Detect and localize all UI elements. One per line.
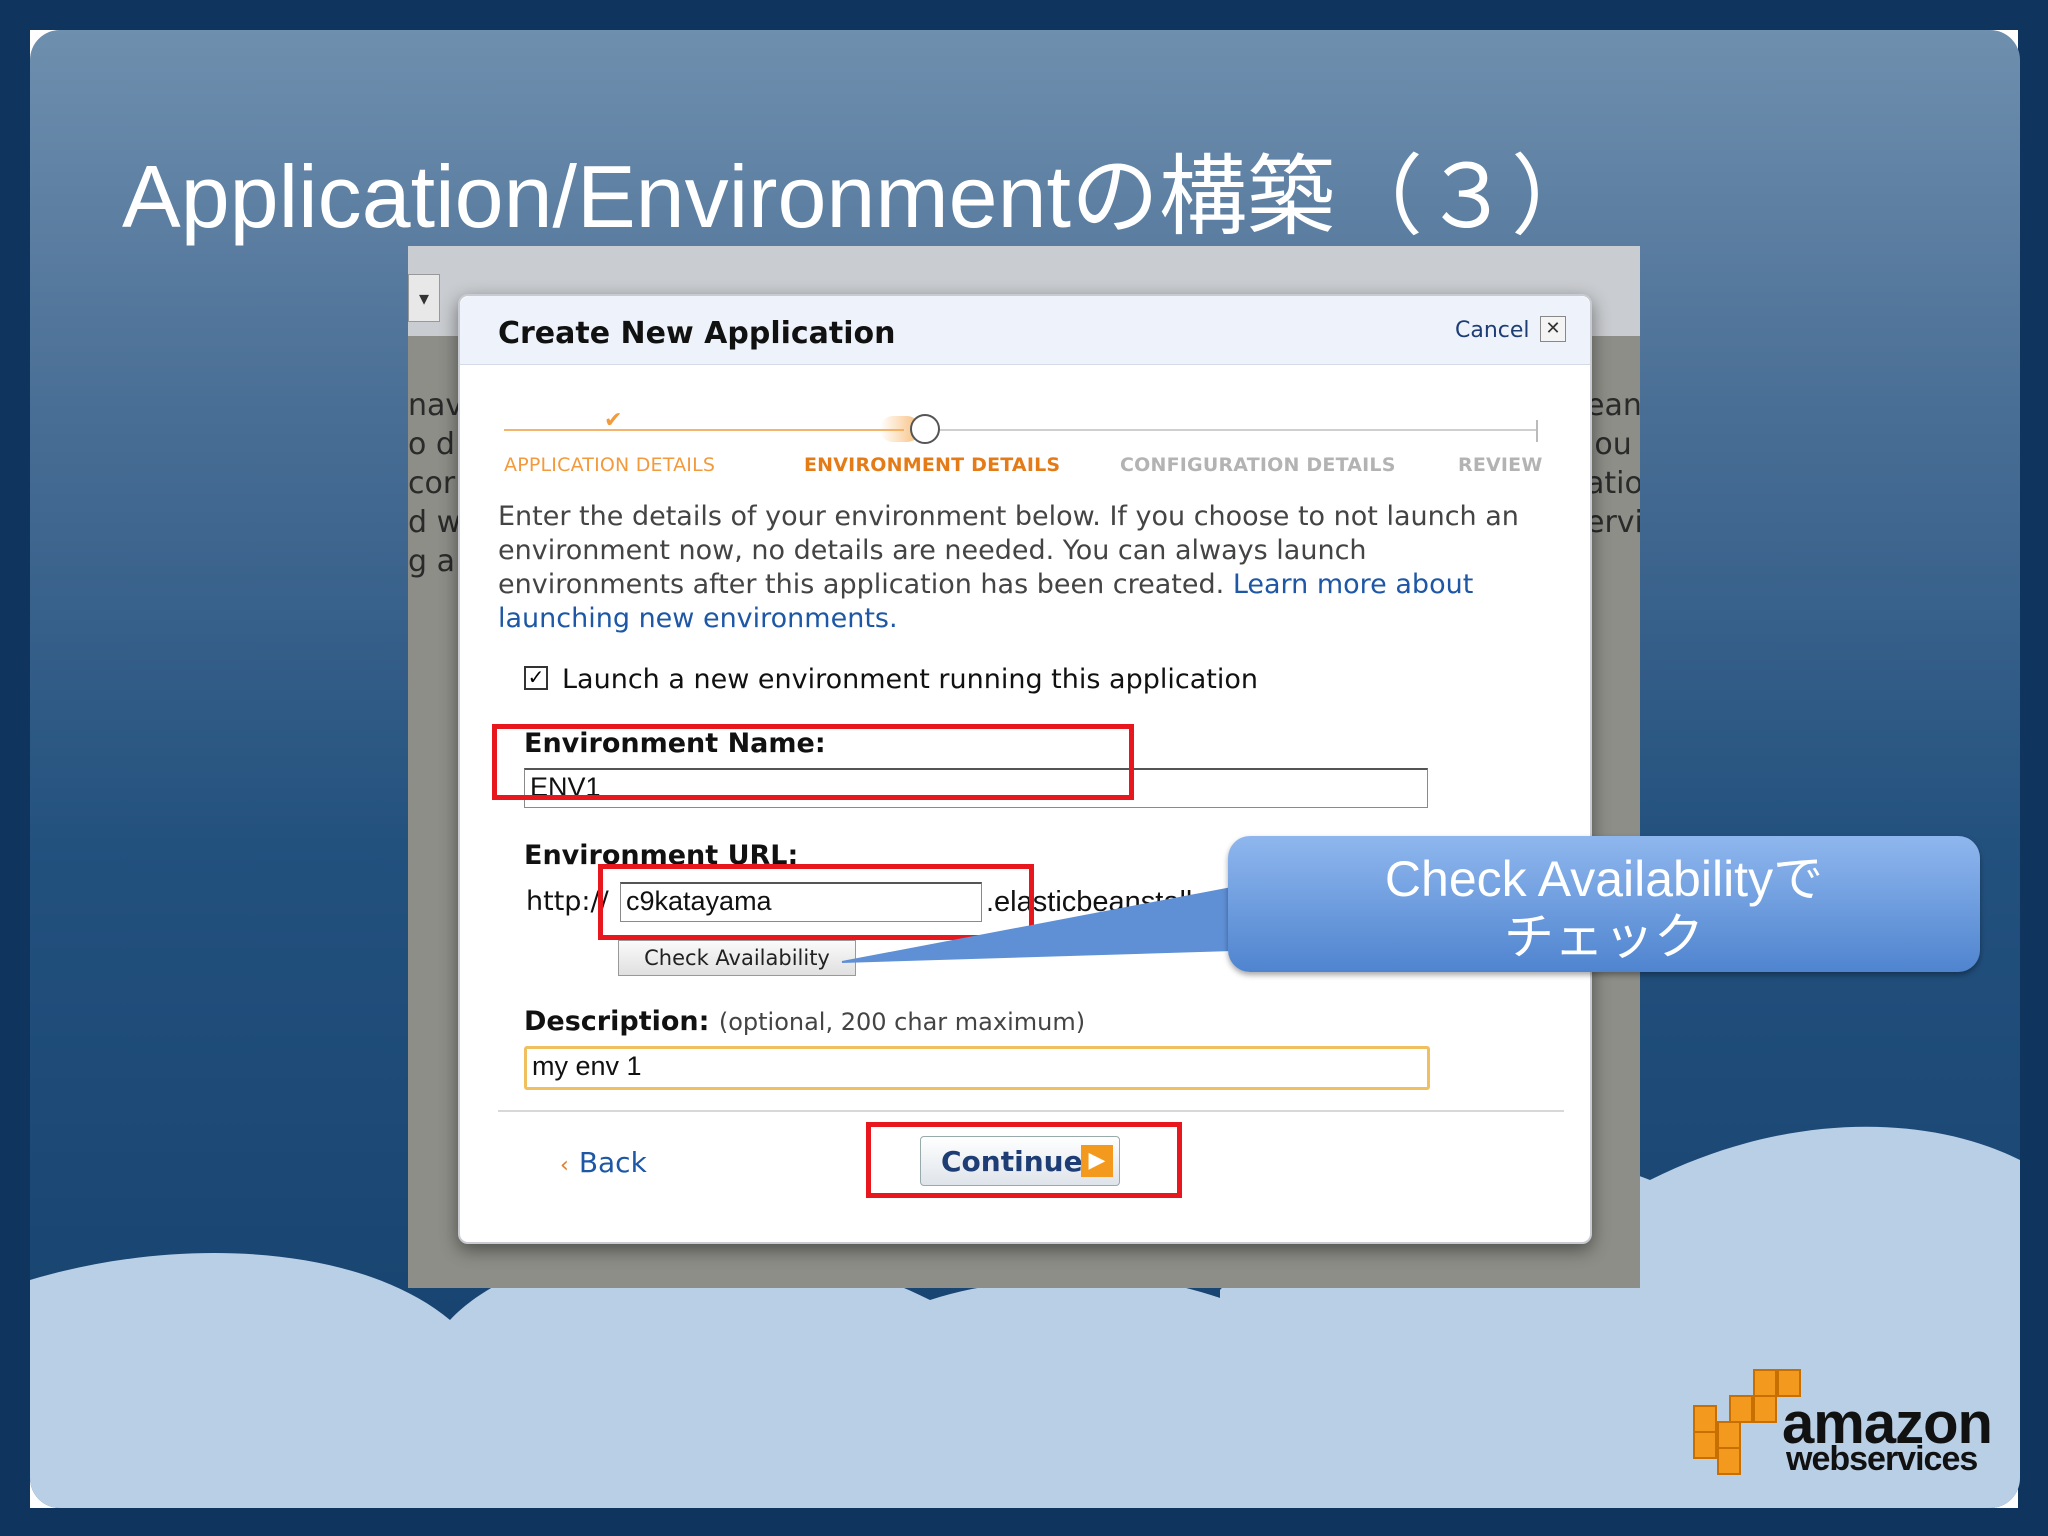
cancel-link[interactable]: Cancel <box>1455 318 1530 343</box>
background-text-line: d w <box>408 505 462 540</box>
background-text-line: o d <box>408 427 455 462</box>
step-environment-details: ENVIRONMENT DETAILS <box>804 454 1061 476</box>
step-done-check-icon: ✔ <box>604 408 623 433</box>
chevron-left-icon: ‹ <box>560 1153 569 1178</box>
description-input[interactable]: my env 1 <box>524 1046 1430 1090</box>
slide-frame-top <box>0 0 2048 30</box>
back-label: Back <box>578 1146 647 1179</box>
background-text-left: nav o d cor d w g a <box>408 386 463 581</box>
aws-logo-webservices: webservices <box>1786 1440 1978 1478</box>
step-progress-done <box>504 429 904 431</box>
background-dropdown-arrow-icon: ▾ <box>408 274 440 322</box>
footer-divider <box>498 1110 1564 1112</box>
step-progress-remaining <box>938 429 1536 431</box>
step-configuration-details: CONFIGURATION DETAILS <box>1120 454 1396 476</box>
intro-paragraph: Enter the details of your environment be… <box>498 500 1558 636</box>
background-text-line: atio <box>1586 466 1640 501</box>
launch-environment-checkbox[interactable]: ✓ <box>524 666 548 690</box>
background-text-line: nav <box>408 388 464 423</box>
slide-frame-left <box>0 0 30 1536</box>
step-end-tick <box>1536 420 1538 442</box>
slide-title: Application/Environmentの構築（３） <box>122 147 1599 246</box>
callout-line-1: Check Availabilityで <box>1384 851 1824 907</box>
check-availability-callout: Check Availabilityで チェック <box>1228 836 1980 972</box>
step-application-details: APPLICATION DETAILS <box>504 454 716 476</box>
back-link[interactable]: ‹ Back <box>560 1146 647 1179</box>
description-note: (optional, 200 char maximum) <box>718 1008 1086 1036</box>
close-icon[interactable]: ✕ <box>1540 316 1566 342</box>
callout-line-2: チェック <box>1504 909 1704 965</box>
background-text-line: ervi <box>1586 505 1640 540</box>
highlight-environment-url <box>598 864 1034 940</box>
slide-frame-right <box>2018 0 2048 1536</box>
step-current-marker-icon <box>910 414 940 444</box>
highlight-environment-name <box>492 724 1134 800</box>
description-label: Description: (optional, 200 char maximum… <box>524 1006 1085 1037</box>
dialog-title: Create New Application <box>498 316 896 351</box>
background-text-line: g a <box>408 544 455 579</box>
background-text-line: eans <box>1586 388 1640 423</box>
dialog-header: Create New Application Cancel ✕ <box>460 296 1590 365</box>
slide-frame-bottom <box>0 1508 2048 1536</box>
highlight-continue <box>866 1122 1182 1198</box>
callout-text: Check Availabilityで チェック <box>1228 850 1980 966</box>
background-text-right: eans lou atio ervi <box>1586 386 1640 542</box>
check-availability-button[interactable]: Check Availability <box>618 940 856 976</box>
url-prefix: http:// <box>526 886 609 917</box>
background-text-line: lou <box>1586 427 1632 462</box>
step-review: REVIEW <box>1458 454 1543 476</box>
launch-environment-label: Launch a new environment running this ap… <box>562 664 1258 695</box>
background-text-line: cor <box>408 466 456 501</box>
description-label-text: Description: <box>524 1006 710 1037</box>
